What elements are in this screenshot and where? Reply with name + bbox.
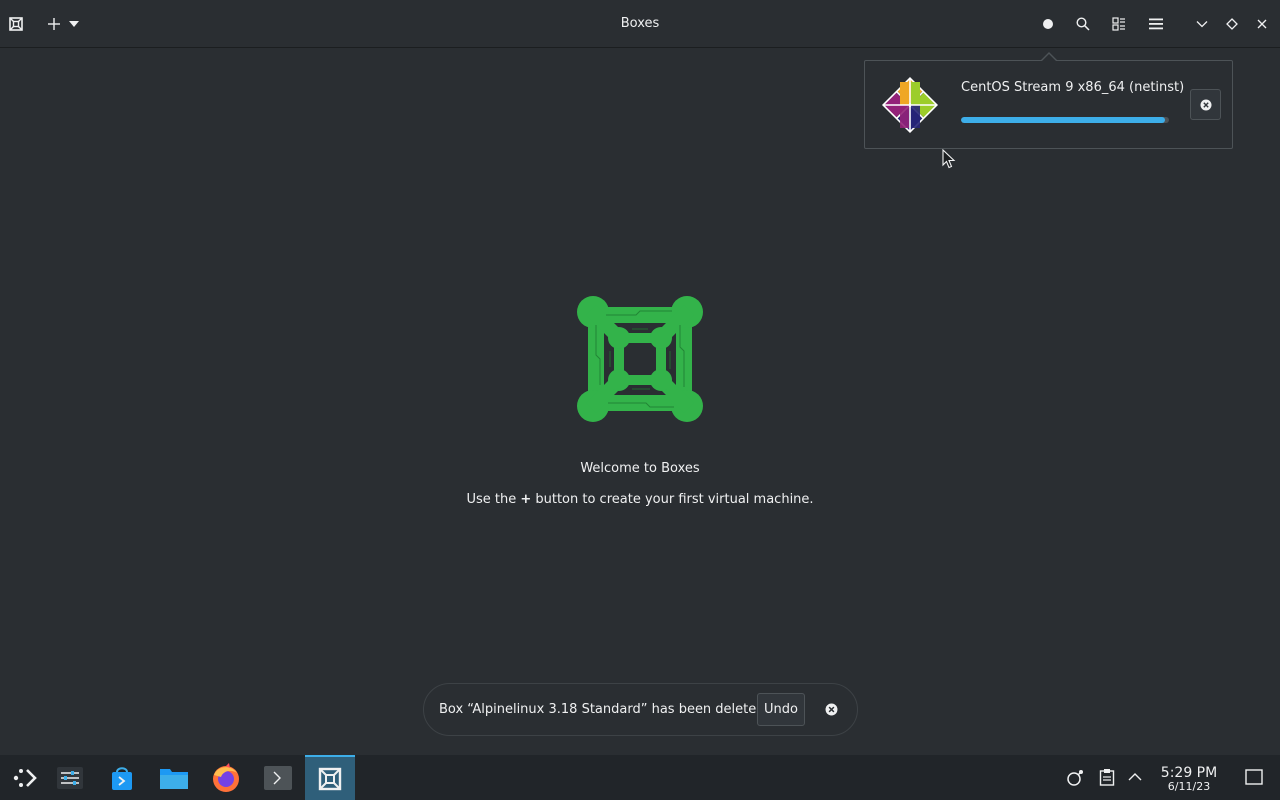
taskbar-terminal[interactable] <box>253 755 303 800</box>
diamond-icon <box>1226 18 1238 30</box>
system-settings-icon <box>57 766 83 789</box>
boxes-icon <box>318 767 342 790</box>
taskbar-system-settings[interactable] <box>45 755 95 800</box>
toast-message: Box “Alpinelinux 3.18 Standard” has been… <box>439 702 765 717</box>
network-tray-button[interactable] <box>1065 766 1087 788</box>
popover-arrow-fill <box>1041 54 1057 62</box>
plus-icon <box>48 18 60 30</box>
close-button[interactable] <box>1248 10 1276 38</box>
list-view-icon <box>1112 17 1125 31</box>
application-launcher-button[interactable] <box>0 755 50 800</box>
close-circle-icon <box>1200 99 1211 110</box>
cancel-download-button[interactable] <box>1190 89 1221 120</box>
show-desktop-icon <box>1245 769 1263 785</box>
maximize-button[interactable] <box>1218 10 1246 38</box>
downloads-button[interactable] <box>1034 10 1062 38</box>
terminal-icon <box>264 765 292 790</box>
search-button[interactable] <box>1069 10 1097 38</box>
minimize-button[interactable] <box>1188 10 1216 38</box>
taskbar-discover[interactable] <box>97 755 147 800</box>
taskbar-firefox[interactable] <box>201 755 251 800</box>
close-icon <box>1257 19 1267 29</box>
view-toggle-button[interactable] <box>1105 10 1133 38</box>
show-hidden-icons-button[interactable] <box>1124 766 1146 788</box>
welcome-sub-before: Use the <box>466 492 521 507</box>
file-manager-icon <box>160 768 188 789</box>
welcome-sub-after: button to create your first virtual mach… <box>531 492 814 507</box>
downloads-popover: CentOS Stream 9 x86_64 (netinst) <box>864 60 1233 149</box>
download-progress-fill <box>961 117 1165 123</box>
application-launcher-icon <box>13 768 37 787</box>
deleted-toast: Box “Alpinelinux 3.18 Standard” has been… <box>423 683 858 736</box>
chevron-down-icon <box>1196 21 1208 28</box>
clipboard-icon <box>1099 769 1115 786</box>
welcome-sub-plus: + <box>520 492 532 507</box>
caret-down-icon <box>69 21 79 27</box>
download-progress-bar <box>961 117 1169 123</box>
welcome-subtitle: Use the + button to create your first vi… <box>0 492 1280 507</box>
show-desktop-button[interactable] <box>1243 766 1265 788</box>
network-icon <box>1067 770 1083 786</box>
clock-time[interactable]: 5:29 PM <box>1150 765 1228 781</box>
welcome-title: Welcome to Boxes <box>580 461 700 476</box>
activity-dot-icon <box>1043 19 1053 29</box>
taskbar <box>0 755 1280 800</box>
hamburger-icon <box>1149 18 1163 30</box>
add-menu-dropdown[interactable] <box>61 10 87 38</box>
boxes-logo-icon <box>576 295 704 423</box>
chevron-up-icon <box>1128 773 1142 781</box>
search-icon <box>1076 17 1090 31</box>
main-menu-button[interactable] <box>1142 10 1170 38</box>
clipboard-tray-button[interactable] <box>1096 766 1118 788</box>
download-item-name: CentOS Stream 9 x86_64 (netinst) <box>961 80 1185 95</box>
taskbar-file-manager[interactable] <box>149 755 199 800</box>
close-circle-icon <box>825 703 837 715</box>
discover-store-icon <box>112 766 132 790</box>
undo-button[interactable]: Undo <box>757 693 805 726</box>
taskbar-boxes[interactable] <box>305 755 355 800</box>
dismiss-toast-button[interactable] <box>822 700 840 718</box>
firefox-icon <box>213 762 239 792</box>
boxes-app-icon[interactable] <box>2 10 30 38</box>
centos-logo-icon <box>879 74 941 136</box>
clock-date[interactable]: 6/11/23 <box>1150 780 1228 793</box>
mouse-cursor-icon <box>942 148 956 173</box>
header-bar: Boxes <box>0 0 1280 48</box>
